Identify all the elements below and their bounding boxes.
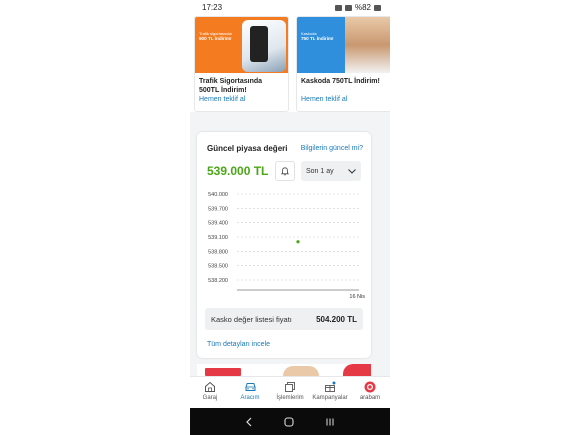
- chevron-down-icon: [348, 168, 356, 174]
- peek-banner-text: [205, 368, 241, 376]
- nav-label: İşlemlerim: [276, 395, 304, 401]
- kasko-value-row: Kasko değer listesi fiyatı 504.200 TL: [205, 308, 363, 330]
- car-icon: [245, 383, 255, 391]
- nav-aracim[interactable]: Aracım: [230, 377, 270, 408]
- peek-banner-image: [283, 366, 319, 376]
- nav-label: Kampanyalar: [312, 395, 348, 401]
- peek-banner-shape: [343, 364, 371, 376]
- period-select[interactable]: Son 1 ay: [301, 161, 361, 181]
- woman-photo: [345, 17, 390, 73]
- data-point[interactable]: [296, 240, 300, 244]
- y-tick-label: 538.500: [208, 264, 228, 270]
- recent-apps-icon[interactable]: [325, 417, 335, 427]
- promo-banner-offer: 750 TL İndirim!: [301, 36, 334, 41]
- period-value: Son 1 ay: [306, 167, 334, 175]
- price-alert-button[interactable]: [275, 161, 295, 181]
- kasko-label: Kasko değer listesi fiyatı: [211, 314, 292, 324]
- promo-card-kasko[interactable]: Kaskoda 750 TL İndirim! Kaskoda 750TL İn…: [296, 16, 390, 112]
- home-icon: [205, 381, 215, 392]
- promo-card-traffic[interactable]: Trafik sigortasında 500 TL İndirim! Traf…: [194, 16, 289, 112]
- update-info-link[interactable]: Bilgilerin güncel mi?: [301, 145, 363, 152]
- battery-icon: [374, 4, 381, 11]
- documents-icon: [285, 382, 295, 392]
- home-button-icon[interactable]: [284, 416, 294, 427]
- price-chart: 540.000 539.700 539.400 539.100 538.800 538.5…: [208, 192, 365, 300]
- promo-link-kasko[interactable]: Hemen teklif al: [297, 96, 351, 103]
- android-nav-bar: [190, 408, 390, 435]
- status-icons: %82: [334, 3, 381, 12]
- phone-illustration: [242, 20, 286, 72]
- bell-icon: [281, 166, 289, 175]
- battery-level: %82: [354, 3, 371, 12]
- gift-icon: [325, 381, 336, 392]
- nav-arabam[interactable]: arabam: [350, 377, 390, 408]
- promo-title: Trafik Sigortasında 500TL İndirim!: [199, 78, 263, 94]
- y-tick-label: 538.800: [208, 249, 228, 255]
- y-tick-label: 538.200: [208, 278, 228, 284]
- y-tick-label: 539.400: [208, 221, 228, 227]
- all-details-link[interactable]: Tüm detayları incele: [207, 341, 270, 348]
- x-tick-label: 16 Nis: [349, 294, 365, 300]
- nav-islemlerim[interactable]: İşlemlerim: [270, 377, 310, 408]
- arabam-logo-icon: [364, 381, 376, 393]
- phone-screen: 17:23 %82 Trafik sigortasında 500 TL İnd…: [190, 0, 390, 435]
- promo-link-traffic[interactable]: Hemen teklif al: [195, 96, 249, 103]
- y-tick-label: 539.100: [208, 235, 228, 241]
- nav-garaj[interactable]: Garaj: [190, 377, 230, 408]
- promo-banner-offer: 500 TL İndirim!: [199, 36, 232, 41]
- promo-carousel[interactable]: Trafik sigortasında 500 TL İndirim! Traf…: [190, 15, 390, 112]
- nav-label: Aracım: [240, 395, 260, 401]
- status-time: 17:23: [202, 3, 223, 12]
- signal-icon: [344, 4, 352, 11]
- status-bar: 17:23 %82: [190, 0, 390, 15]
- back-icon[interactable]: [245, 417, 253, 427]
- bottom-navigation: Garaj Aracım İşlemlerim Kampanyalar arab…: [190, 376, 390, 408]
- market-price: 539.000 TL: [207, 164, 269, 178]
- y-tick-label: 540.000: [208, 192, 228, 198]
- kasko-value: 504.200 TL: [316, 314, 357, 324]
- promo-banner-traffic: Trafik sigortasında 500 TL İndirim!: [195, 17, 288, 73]
- y-tick-label: 539.700: [208, 206, 228, 212]
- promo-title: Kaskoda 750TL İndirim!: [301, 78, 380, 85]
- promo-banner-kasko: Kaskoda 750 TL İndirim!: [297, 17, 390, 73]
- nav-label: arabam: [359, 395, 381, 401]
- wifi-icon: [334, 4, 342, 11]
- nav-kampanyalar[interactable]: Kampanyalar: [310, 377, 350, 408]
- next-banner-peek[interactable]: [197, 364, 371, 376]
- market-value-card: Güncel piyasa değeri Bilgilerin güncel m…: [197, 132, 371, 358]
- market-title: Güncel piyasa değeri: [207, 144, 288, 153]
- nav-label: Garaj: [202, 395, 218, 401]
